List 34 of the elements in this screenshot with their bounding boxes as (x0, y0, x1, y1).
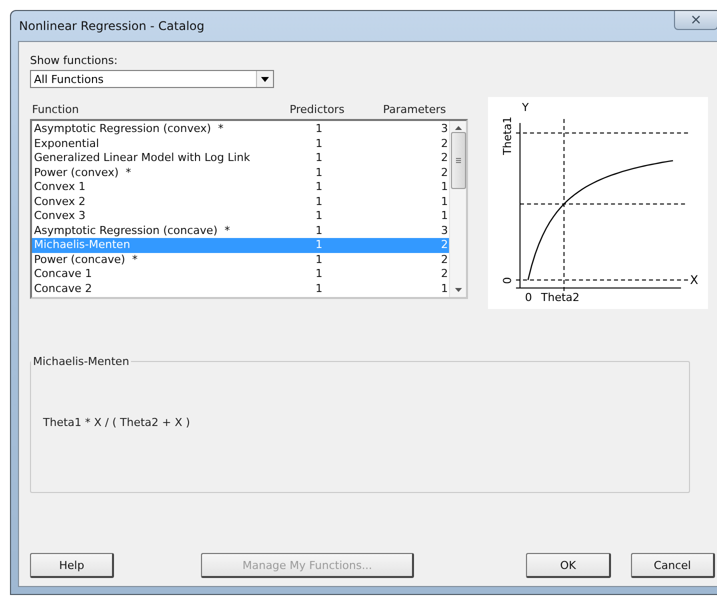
function-row[interactable]: Exponential 1 2 (32, 136, 449, 151)
column-header: Predictors (288, 103, 346, 118)
scroll-up-icon[interactable] (454, 126, 462, 130)
function-row[interactable]: Power (concave) * 1 2 (32, 252, 449, 267)
dialog-button[interactable]: Cancel (630, 553, 715, 578)
axis-label: Theta1 (501, 116, 514, 155)
axis-label: Theta2 (541, 291, 580, 304)
function-row[interactable]: Convex 1 1 1 (32, 180, 449, 194)
group-title: Michaelis-Menten (32, 355, 130, 368)
dialog-button[interactable]: Help (30, 553, 114, 578)
formula-text: Theta1 * X / ( Theta2 + X ) (43, 416, 190, 429)
dropdown-caret-icon (261, 76, 269, 82)
show-functions-dropdown[interactable]: All Functions (30, 70, 274, 88)
function-row[interactable]: Asymptotic Regression (convex) * 1 3 (32, 122, 449, 136)
function-row[interactable]: Convex 3 1 1 (32, 209, 449, 224)
function-row[interactable]: Concave 1 1 2 (32, 267, 449, 282)
field-label: Show functions: (30, 54, 119, 67)
close-button[interactable]: × (674, 11, 717, 30)
column-header: Parameters (382, 103, 446, 118)
function-row[interactable]: Convex 2 1 1 (32, 194, 449, 209)
scroll-thumb[interactable] (450, 132, 466, 189)
function-row[interactable]: Asymptotic Regression (concave) * 1 3 (32, 224, 449, 238)
column-header: Function (32, 103, 80, 118)
scroll-down-icon[interactable] (454, 288, 462, 292)
function-row[interactable]: Concave 2 1 1 (32, 282, 449, 296)
axis-label: 0 (501, 277, 514, 284)
window-title: Nonlinear Regression - Catalog (19, 19, 204, 33)
dialog-button[interactable]: OK (526, 553, 611, 578)
axis-label: X (690, 273, 698, 287)
scrollbar[interactable] (449, 121, 466, 297)
axis-label: Y (522, 101, 529, 114)
axis-label: 0 (525, 291, 532, 304)
function-row[interactable]: Generalized Linear Model with Log Link 1 2 (32, 151, 449, 166)
function-row[interactable]: Power (convex) * 1 2 (32, 166, 449, 180)
